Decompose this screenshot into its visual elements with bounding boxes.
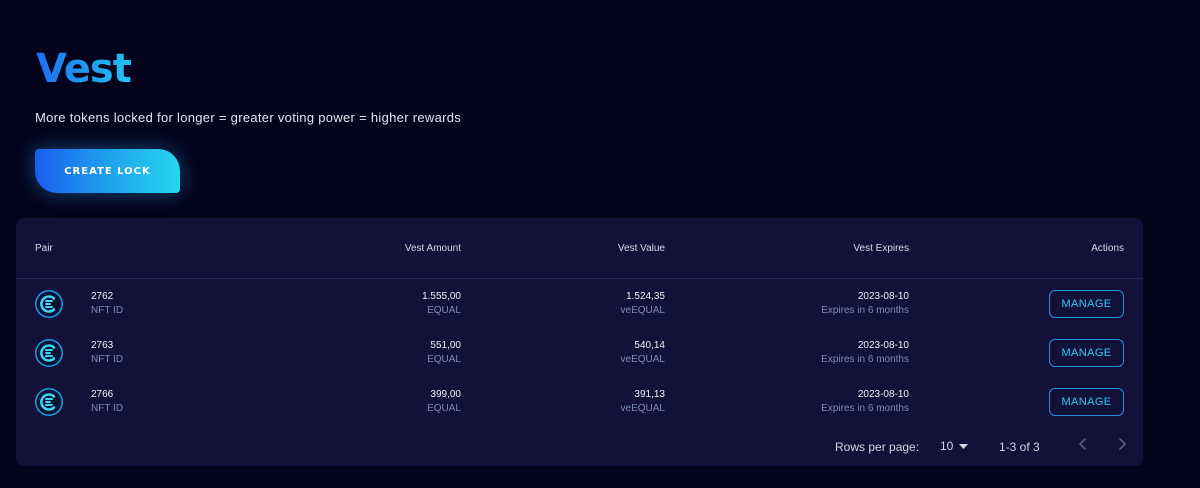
vest-value: 540,14 <box>634 340 665 351</box>
table-row: 2763 NFT ID 551,00 EQUAL 540,14 veEQUAL … <box>16 328 1143 376</box>
vest-value: 391,13 <box>634 389 665 400</box>
next-page-button[interactable] <box>1115 436 1129 452</box>
vest-value: 1.524,35 <box>626 291 665 302</box>
manage-button[interactable]: MANAGE <box>1049 388 1124 416</box>
equal-token-icon <box>35 290 63 318</box>
vest-expires-date: 2023-08-10 <box>857 291 909 302</box>
rows-per-page-label: Rows per page: <box>835 440 920 454</box>
nft-id-label: NFT ID <box>91 305 124 316</box>
vest-amount: 1.555,00 <box>422 291 461 302</box>
vest-expires-date: 2023-08-10 <box>857 389 909 400</box>
caret-down-icon <box>959 437 969 455</box>
rows-per-page-value: 10 <box>940 439 954 453</box>
column-pair: Pair <box>35 243 53 254</box>
table-row: 2762 NFT ID 1.555,00 EQUAL 1.524,35 veEQ… <box>16 279 1143 327</box>
equal-token-icon <box>35 339 63 367</box>
vest-amount: 551,00 <box>430 340 461 351</box>
pagination-range: 1-3 of 3 <box>999 440 1040 454</box>
vest-amount-unit: EQUAL <box>427 354 461 365</box>
vest-expires-note: Expires in 6 months <box>821 403 909 414</box>
page-title: Vest <box>36 46 132 92</box>
equal-token-icon <box>35 388 63 416</box>
vest-value-unit: veEQUAL <box>620 305 665 316</box>
vest-expires-date: 2023-08-10 <box>857 340 909 351</box>
column-vest-value: Vest Value <box>617 243 665 254</box>
page-subtitle: More tokens locked for longer = greater … <box>35 110 462 125</box>
nft-id-value: 2766 <box>91 389 114 400</box>
nft-id-label: NFT ID <box>91 403 124 414</box>
nft-id-value: 2762 <box>91 291 114 302</box>
vest-amount-unit: EQUAL <box>427 305 461 316</box>
previous-page-button[interactable] <box>1076 436 1090 452</box>
chevron-left-icon <box>1079 438 1086 450</box>
vest-amount: 399,00 <box>430 389 461 400</box>
vest-value-unit: veEQUAL <box>620 403 665 414</box>
column-actions: Actions <box>1091 243 1124 254</box>
vest-table: Pair Vest Amount Vest Value Vest Expires… <box>16 218 1143 466</box>
column-vest-expires: Vest Expires <box>853 243 909 254</box>
create-lock-button[interactable]: CREATE LOCK <box>35 149 180 193</box>
manage-button[interactable]: MANAGE <box>1049 339 1124 367</box>
chevron-right-icon <box>1119 438 1126 450</box>
vest-value-unit: veEQUAL <box>620 354 665 365</box>
table-header: Pair Vest Amount Vest Value Vest Expires… <box>16 218 1143 279</box>
rows-per-page-select[interactable]: 10 <box>940 437 969 455</box>
vest-expires-note: Expires in 6 months <box>821 305 909 316</box>
nft-id-value: 2763 <box>91 340 114 351</box>
column-vest-amount: Vest Amount <box>404 243 461 254</box>
manage-button[interactable]: MANAGE <box>1049 290 1124 318</box>
vest-amount-unit: EQUAL <box>427 403 461 414</box>
vest-expires-note: Expires in 6 months <box>821 354 909 365</box>
table-row: 2766 NFT ID 399,00 EQUAL 391,13 veEQUAL … <box>16 377 1143 425</box>
nft-id-label: NFT ID <box>91 354 124 365</box>
